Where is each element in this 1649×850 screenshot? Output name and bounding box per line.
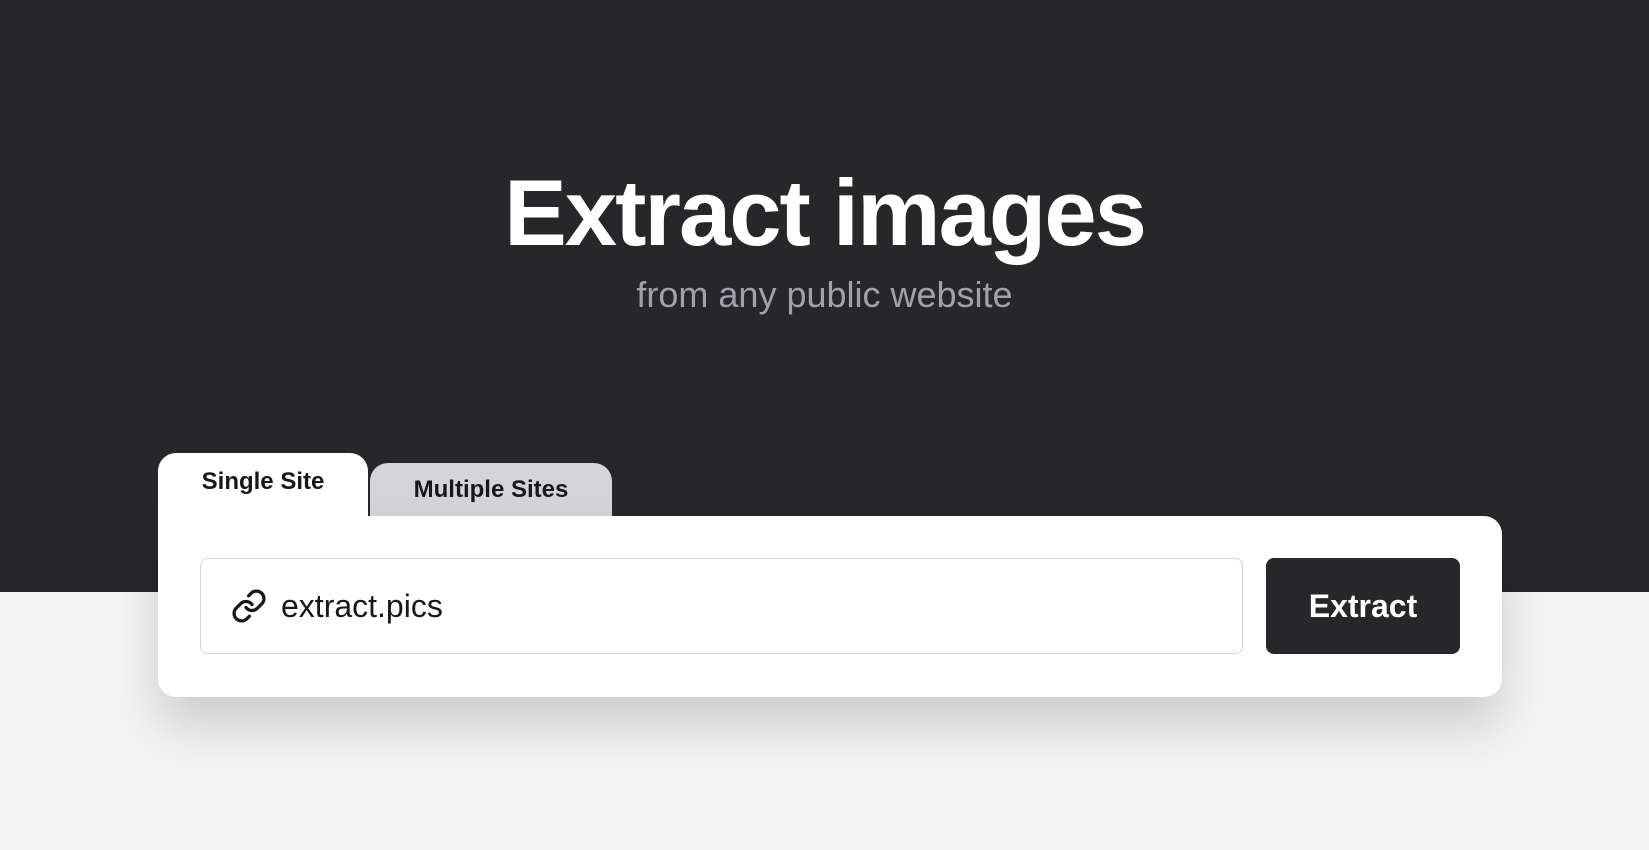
link-icon — [231, 588, 267, 624]
page-subtitle: from any public website — [636, 274, 1013, 315]
url-field[interactable] — [200, 558, 1243, 654]
extract-form-card: Extract — [158, 516, 1502, 697]
tab-multiple-sites[interactable]: Multiple Sites — [370, 463, 612, 517]
extract-button[interactable]: Extract — [1266, 558, 1460, 654]
tab-multiple-sites-label: Multiple Sites — [413, 476, 569, 503]
page: Extract images from any public website S… — [0, 0, 1649, 850]
page-title: Extract images — [504, 160, 1147, 265]
tab-single-site[interactable]: Single Site — [158, 453, 368, 517]
tab-single-site-label: Single Site — [201, 468, 325, 495]
url-input[interactable] — [281, 587, 1221, 625]
